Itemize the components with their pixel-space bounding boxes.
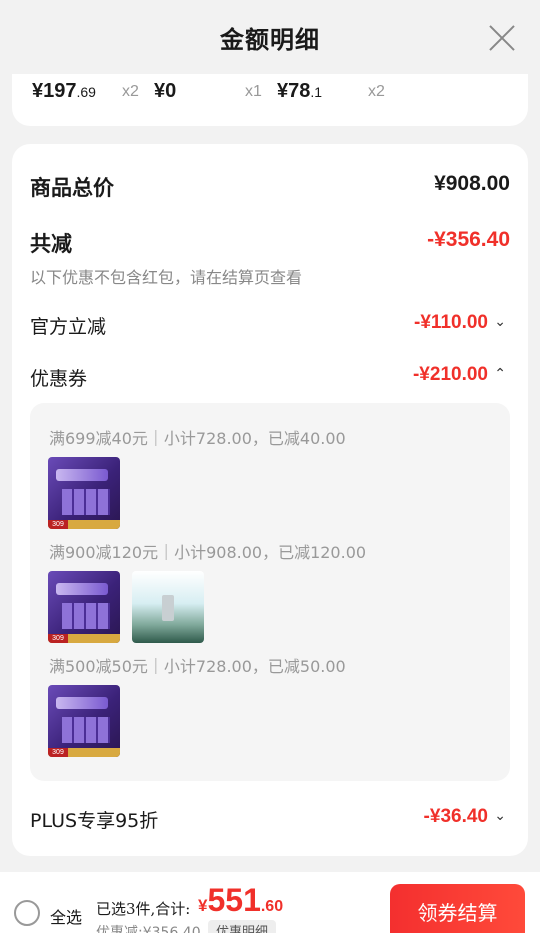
coupon-discount-value: -¥210.00 (412, 364, 488, 385)
item-qty: x2 (122, 83, 139, 100)
chevron-down-icon[interactable]: ⌄ (494, 314, 506, 330)
selected-summary: 已选3件,合计: (96, 900, 191, 918)
official-discount-label: 官方立减 (30, 316, 107, 338)
total-reduction-label: 共减 (30, 231, 72, 256)
checkout-button[interactable]: 领券结算 (390, 884, 525, 933)
goods-total-label: 商品总价 (30, 175, 114, 200)
close-icon[interactable] (488, 24, 516, 52)
select-all-radio[interactable] (14, 900, 40, 926)
coupon-detail-panel: 满699减40元｜小计728.00，已减40.00 309 满900减120元｜… (30, 403, 510, 781)
select-all-label[interactable]: 全选 (50, 904, 82, 928)
product-thumbnail[interactable]: 309 (48, 457, 120, 529)
amount-detail-card: 商品总价 ¥908.00 共减 -¥356.40 以下优惠不包含红包，请在结算页… (12, 144, 528, 856)
item-price: ¥0 (154, 80, 177, 102)
plus-discount-label: PLUS专享95折 (30, 810, 159, 832)
reduction-note: 以下优惠不包含红包，请在结算页查看 (30, 268, 303, 287)
total-reduction-value: -¥356.40 (427, 228, 510, 251)
chevron-down-icon[interactable]: ⌄ (494, 808, 506, 824)
coupon-discount-label: 优惠券 (30, 368, 88, 390)
discount-subtotal: 优惠减:¥356.40 (96, 925, 201, 933)
item-qty: x2 (368, 83, 385, 100)
total-price: ¥551.60 (198, 882, 284, 918)
plus-discount-value: -¥36.40 (423, 806, 488, 827)
item-price: ¥78.1 (277, 80, 323, 102)
product-thumbnail[interactable] (132, 571, 204, 643)
product-price-strip: ¥197.69 x2 ¥0 x1 ¥78.1 x2 (12, 74, 528, 126)
product-thumbnail[interactable]: 309 (48, 685, 120, 757)
product-thumbnail[interactable]: 309 (48, 571, 120, 643)
goods-total-value: ¥908.00 (434, 172, 510, 195)
chevron-up-icon[interactable]: ⌃ (494, 366, 506, 382)
coupon-rule: 满500减50元｜小计728.00，已减50.00 (49, 657, 346, 676)
official-discount-value: -¥110.00 (414, 312, 488, 333)
sheet-header: 金额明细 (0, 0, 540, 76)
item-price: ¥197.69 (32, 80, 96, 102)
coupon-rule: 满699减40元｜小计728.00，已减40.00 (49, 429, 346, 448)
coupon-rule: 满900减120元｜小计908.00，已减120.00 (49, 543, 367, 562)
item-qty: x1 (245, 83, 262, 100)
discount-detail-button[interactable]: 优惠明细 (208, 920, 277, 933)
sheet-title: 金额明细 (220, 25, 320, 54)
checkout-bar: 全选 已选3件,合计: ¥551.60 优惠减:¥356.40 优惠明细 领券结… (0, 872, 540, 933)
